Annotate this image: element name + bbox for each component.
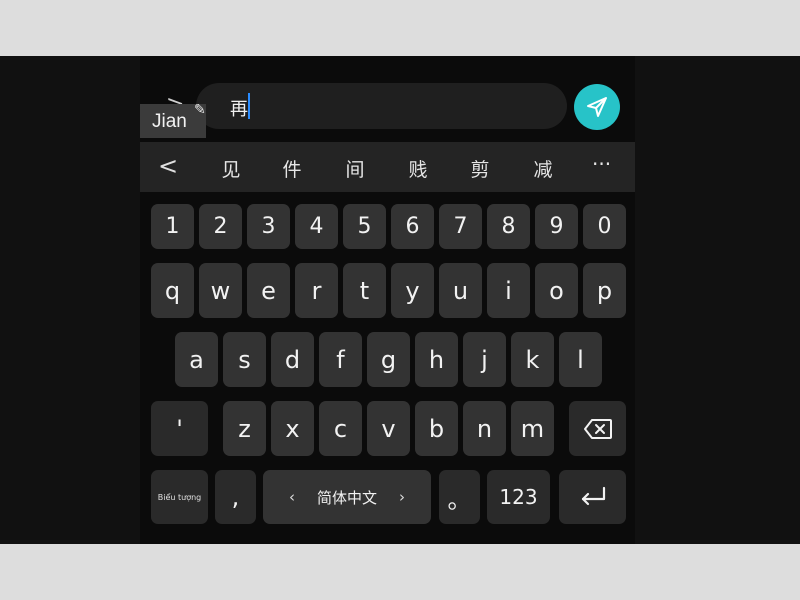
key-t[interactable]: t (343, 263, 386, 318)
space-right-arrow-icon: › (399, 488, 405, 506)
key-0[interactable]: 0 (583, 204, 626, 249)
key-b[interactable]: b (415, 401, 458, 456)
key-8[interactable]: 8 (487, 204, 530, 249)
key-q[interactable]: q (151, 263, 194, 318)
candidate-item[interactable]: 件 (272, 155, 312, 182)
text-caret (248, 93, 250, 119)
key-6[interactable]: 6 (391, 204, 434, 249)
key-9[interactable]: 9 (535, 204, 578, 249)
key-a[interactable]: a (175, 332, 218, 387)
message-input[interactable]: 再 (196, 83, 567, 129)
more-candidates-icon[interactable]: ··· (592, 152, 611, 176)
key-1[interactable]: 1 (151, 204, 194, 249)
key-u[interactable]: u (439, 263, 482, 318)
key-f[interactable]: f (319, 332, 362, 387)
candidate-item[interactable]: 见 (211, 155, 251, 182)
key-d[interactable]: d (271, 332, 314, 387)
candidate-item[interactable]: 间 (335, 155, 375, 182)
key-3[interactable]: 3 (247, 204, 290, 249)
key-j[interactable]: j (463, 332, 506, 387)
numbers-toggle-key[interactable]: 123 (487, 470, 550, 524)
candidate-item[interactable]: 剪 (460, 155, 500, 182)
backspace-key[interactable] (569, 401, 626, 456)
key-p[interactable]: p (583, 263, 626, 318)
candidate-item[interactable]: 减 (523, 155, 563, 182)
key-z[interactable]: z (223, 401, 266, 456)
phone-screen: > 再 Jian ✎ < 见 件 间 贱 剪 减 ··· 1 2 (140, 56, 635, 544)
key-o[interactable]: o (535, 263, 578, 318)
key-l[interactable]: l (559, 332, 602, 387)
enter-key[interactable] (559, 470, 626, 524)
send-button[interactable] (574, 84, 620, 130)
candidate-bar: < 见 件 间 贱 剪 减 ··· (140, 142, 635, 192)
space-left-arrow-icon: ‹ (288, 488, 295, 506)
ime-mode-label: Jian (152, 111, 187, 132)
backspace-icon (583, 418, 612, 439)
key-4[interactable]: 4 (295, 204, 338, 249)
pencil-icon[interactable]: ✎ (194, 102, 206, 118)
key-i[interactable]: i (487, 263, 530, 318)
paper-plane-icon (587, 97, 607, 117)
emoji-key[interactable]: Biểu tượng (151, 470, 208, 524)
space-key-label: 简体中文 (316, 488, 377, 507)
key-c[interactable]: c (319, 401, 362, 456)
key-2[interactable]: 2 (199, 204, 242, 249)
key-h[interactable]: h (415, 332, 458, 387)
space-key[interactable]: ‹ 简体中文 › (263, 470, 431, 524)
comma-key[interactable]: , (215, 470, 256, 524)
enter-icon (581, 486, 605, 506)
key-e[interactable]: e (247, 263, 290, 318)
key-n[interactable]: n (463, 401, 506, 456)
key-m[interactable]: m (511, 401, 554, 456)
key-r[interactable]: r (295, 263, 338, 318)
screen-frame: > 再 Jian ✎ < 见 件 间 贱 剪 减 ··· 1 2 (0, 56, 800, 544)
key-w[interactable]: w (199, 263, 242, 318)
key-5[interactable]: 5 (343, 204, 386, 249)
key-v[interactable]: v (367, 401, 410, 456)
period-key[interactable]: 。 (439, 470, 480, 524)
key-y[interactable]: y (391, 263, 434, 318)
candidate-back-icon[interactable]: < (158, 152, 178, 180)
emoji-key-label: Biểu tượng (157, 492, 202, 502)
key-k[interactable]: k (511, 332, 554, 387)
apostrophe-key[interactable]: ' (151, 401, 208, 456)
message-input-text: 再 (230, 99, 248, 120)
key-x[interactable]: x (271, 401, 314, 456)
key-s[interactable]: s (223, 332, 266, 387)
key-g[interactable]: g (367, 332, 410, 387)
candidate-item[interactable]: 贱 (398, 155, 438, 182)
key-7[interactable]: 7 (439, 204, 482, 249)
